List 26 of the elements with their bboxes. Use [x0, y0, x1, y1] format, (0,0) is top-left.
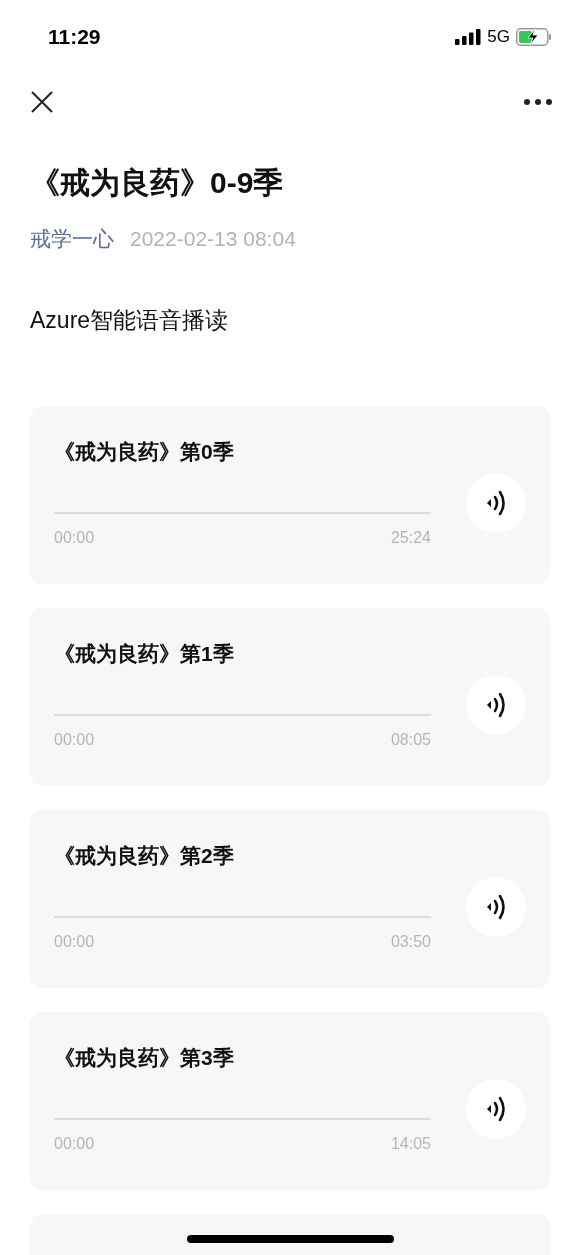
current-time: 00:00: [54, 527, 95, 548]
audio-waves-icon: [485, 1095, 507, 1123]
network-label: 5G: [487, 26, 510, 49]
author-link[interactable]: 戒学一心: [30, 228, 114, 249]
current-time: 00:00: [54, 729, 95, 750]
article-title: 《戒为良药》0-9季: [30, 168, 285, 198]
close-icon[interactable]: [30, 90, 54, 114]
article-intro: Azure智能语音播读: [30, 309, 230, 332]
audio-title: 《戒为良药》第1季: [54, 642, 235, 664]
signal-icon: [455, 29, 482, 45]
publish-date: 2022-02-13 08:04: [130, 228, 296, 249]
status-time: 11:29: [48, 24, 101, 51]
audio-waves-icon: [485, 691, 507, 719]
current-time: 00:00: [54, 931, 95, 952]
audio-waves-icon: [485, 489, 507, 517]
audio-title: 《戒为良药》第3季: [54, 1046, 235, 1068]
audio-title: 《戒为良药》第2季: [54, 844, 235, 866]
duration-time: 25:24: [390, 527, 431, 548]
battery-charging-icon: [516, 28, 552, 46]
more-icon[interactable]: [524, 99, 552, 105]
duration-time: 08:05: [390, 729, 431, 750]
duration-time: 03:50: [390, 931, 431, 952]
current-time: 00:00: [54, 1133, 95, 1154]
audio-waves-icon: [485, 893, 507, 921]
duration-time: 14:05: [390, 1133, 431, 1154]
audio-title: 《戒为良药》第0季: [54, 440, 235, 462]
